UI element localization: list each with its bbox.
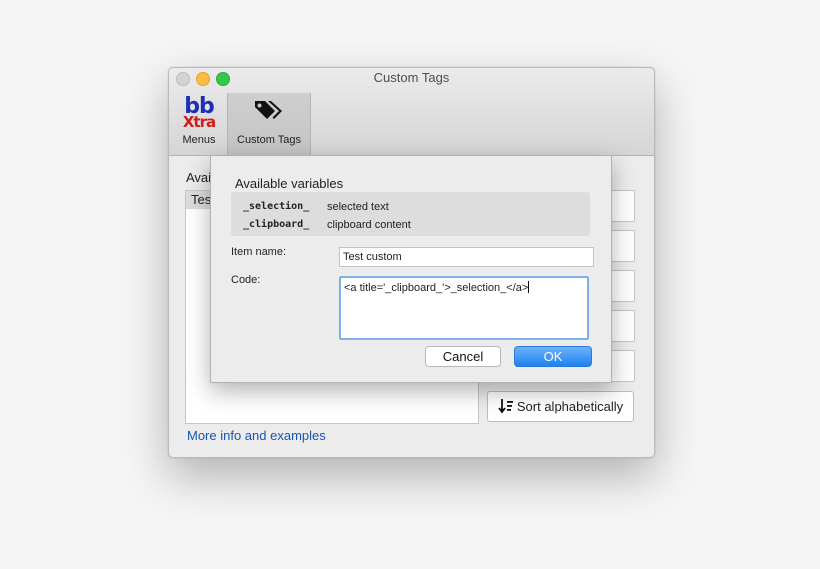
variable-name: _selection_ (243, 201, 310, 212)
tags-icon (255, 101, 282, 119)
bbxtra-logo-icon: bb Xtra (181, 96, 217, 130)
text-caret (528, 281, 530, 293)
dialog-heading: Available variables (235, 176, 344, 191)
cancel-button[interactable]: Cancel (425, 346, 501, 367)
toolbar-item-menus[interactable]: bb Xtra Menus (175, 93, 223, 155)
logo-xtra: Xtra (182, 113, 216, 131)
variable-row: _selection_ selected text (231, 198, 590, 216)
sort-button-label: Sort alphabetically (516, 399, 624, 414)
variable-name: _clipboard_ (243, 219, 310, 230)
item-name-field[interactable]: Test custom (339, 247, 594, 267)
variable-row: _clipboard_ clipboard content (231, 216, 590, 234)
code-textarea[interactable]: <a title='_clipboard_'>_selection_</a> (339, 276, 589, 340)
window-title: Custom Tags (373, 70, 450, 85)
variable-description: clipboard content (327, 219, 411, 231)
code-text: <a title='_clipboard_'>_selection_</a> (344, 282, 529, 294)
code-label: Code: (231, 274, 261, 286)
edit-tag-dialog: Available variables _selection_ selected… (210, 155, 612, 383)
sort-alphabetically-button[interactable]: Sort alphabetically (487, 391, 634, 422)
variables-box: _selection_ selected text _clipboard_ cl… (231, 192, 590, 236)
variable-description: selected text (327, 201, 389, 213)
ok-button[interactable]: OK (514, 346, 592, 367)
toolbar-item-label: Custom Tags (237, 134, 301, 146)
more-info-link[interactable]: More info and examples (187, 428, 326, 443)
toolbar-item-label: Menus (182, 134, 216, 146)
sort-icon (498, 399, 513, 414)
title-toolbar: Custom Tags bb Xtra Menus Custom Tags (169, 68, 654, 156)
toolbar-item-custom-tags[interactable]: Custom Tags (227, 93, 311, 155)
item-name-label: Item name: (231, 246, 287, 258)
